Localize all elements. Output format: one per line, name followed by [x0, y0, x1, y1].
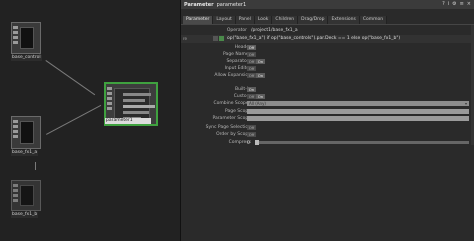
close-icon[interactable]: × — [467, 1, 471, 8]
param-label: Sync Page Selection — [205, 125, 251, 130]
settings-icon[interactable]: ⚙ — [452, 1, 456, 8]
param-input-editor[interactable]: Input Editor Off — [181, 65, 474, 72]
param-separators[interactable]: Separators Off On — [181, 58, 474, 65]
op-name-field[interactable]: parameter1 — [217, 2, 247, 8]
node-side-icon — [107, 87, 112, 121]
param-combine-scopes[interactable]: Combine Scopes All (Any) — [181, 100, 474, 107]
node-thumbnail — [20, 121, 34, 144]
compress-slider-knob[interactable] — [255, 140, 259, 145]
operator-label: Operator — [226, 28, 247, 33]
tab-extensions[interactable]: Extensions — [328, 16, 360, 24]
node-box[interactable] — [11, 116, 41, 149]
toggle[interactable]: Off On — [247, 73, 265, 78]
tab-panel[interactable]: Panel — [235, 16, 255, 24]
node-box[interactable] — [11, 22, 41, 54]
expression-mode-icon[interactable] — [213, 36, 218, 41]
param-parameter-scope[interactable]: Parameter Scope — [181, 115, 474, 122]
param-label: Parameter Scope — [212, 116, 251, 121]
tab-look[interactable]: Look — [254, 16, 273, 24]
toggle[interactable]: Off — [247, 52, 256, 57]
help-icon[interactable]: ? — [442, 1, 445, 8]
panel-title: Parameter — [184, 1, 214, 8]
tab-parameter[interactable]: Parameter — [183, 16, 214, 24]
wire-down — [35, 162, 36, 170]
param-label: Combine Scopes — [213, 101, 252, 106]
param-custom[interactable]: Custom Off On — [181, 93, 474, 100]
tab-common[interactable]: Common — [359, 16, 388, 24]
node-thumbnail — [20, 185, 34, 206]
panel-titlebar[interactable]: Parameter parameter1 ? i ⚙ ≡ × — [181, 0, 474, 9]
expression-field[interactable]: op("base_fx1_a") if op("base_controls").… — [227, 35, 400, 43]
node-label[interactable]: base_fx1_b — [11, 212, 39, 218]
compress-value[interactable]: 0 — [247, 140, 250, 147]
expression-active-icon[interactable] — [219, 36, 224, 41]
param-order-by-scope[interactable]: Order by Scope Off — [181, 131, 474, 138]
parameter-scope-field[interactable] — [247, 116, 469, 121]
toggle[interactable]: Off — [247, 125, 256, 130]
node-label[interactable]: base_control — [11, 55, 42, 61]
toggle[interactable]: Off On — [247, 94, 265, 99]
compress-slider-track[interactable] — [255, 141, 469, 144]
param-allow-expansion[interactable]: Allow Expansion Off On — [181, 72, 474, 79]
param-label: Order by Scope — [216, 132, 251, 137]
tab-layout[interactable]: Layout — [213, 16, 236, 24]
node-thumbnail — [20, 27, 34, 49]
expression-icons — [213, 36, 224, 41]
toggle[interactable]: Off — [247, 66, 256, 71]
menu-icon[interactable]: ≡ — [460, 1, 464, 8]
operator-row[interactable]: Operator /project1/base_fx1_a — [181, 28, 474, 35]
tab-drag-drop[interactable]: Drag/Drop — [298, 16, 329, 24]
node-label[interactable]: parameter1 — [105, 118, 151, 124]
param-sync-page-selection[interactable]: Sync Page Selection Off — [181, 124, 474, 131]
combine-scopes-dropdown[interactable]: All (Any) — [247, 101, 469, 106]
parameter-panel: Parameter parameter1 ? i ⚙ ≡ × Parameter… — [180, 0, 474, 241]
node-side-icon — [13, 184, 18, 207]
page-scope-field[interactable] — [247, 109, 469, 114]
param-compress[interactable]: Compress 0 — [181, 139, 474, 146]
param-header[interactable]: Header Off — [181, 44, 474, 51]
toggle[interactable]: Off — [247, 132, 256, 137]
expression-mode-tag: re — [183, 36, 188, 41]
tab-divider — [181, 24, 474, 25]
toggle[interactable]: Off — [247, 45, 256, 50]
network-editor[interactable]: base_control parameter1 base_fx1_a base_… — [0, 0, 180, 241]
node-side-icon — [13, 26, 18, 50]
node-thumbnail — [114, 88, 155, 120]
node-box[interactable] — [11, 180, 41, 211]
param-page-names[interactable]: Page Names Off — [181, 51, 474, 58]
toggle[interactable]: On — [247, 87, 256, 92]
param-page-scope[interactable]: Page Scope — [181, 108, 474, 115]
titlebar-icons: ? i ⚙ ≡ × — [442, 1, 471, 8]
info-icon[interactable]: i — [448, 1, 449, 8]
expression-row[interactable]: re op("base_fx1_a") if op("base_controls… — [181, 35, 474, 43]
node-label[interactable]: base_fx1_a — [11, 150, 39, 156]
operator-value[interactable]: /project1/base_fx1_a — [251, 28, 298, 33]
param-built-in[interactable]: Built-In On — [181, 86, 474, 93]
toggle[interactable]: Off On — [247, 59, 265, 64]
tab-children[interactable]: Children — [272, 16, 299, 24]
param-tabs: Parameter Layout Panel Look Children Dra… — [183, 16, 388, 24]
wire-fx1a-to-parameter — [46, 104, 102, 135]
param-label: Allow Expansion — [214, 73, 251, 78]
node-side-icon — [13, 120, 18, 145]
wire-control-to-parameter — [45, 60, 96, 96]
